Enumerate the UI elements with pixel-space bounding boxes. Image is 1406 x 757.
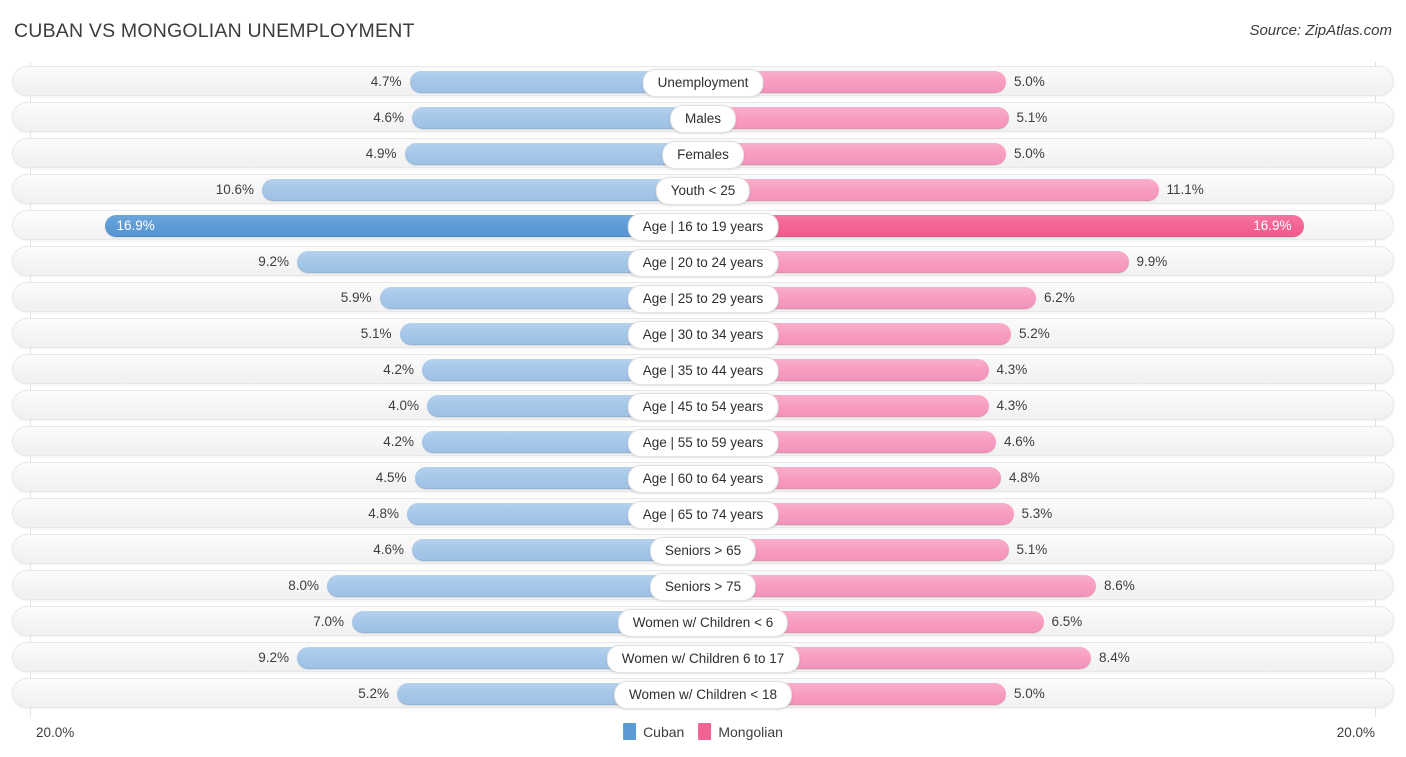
bar-row-list: 4.7% 5.0% Unemployment 4.6% 5.1% Males 4.9% 5.0…: [0, 62, 1406, 717]
category-label-pill: Seniors > 65: [650, 537, 756, 565]
value-label-cuban: 4.2%: [324, 359, 414, 381]
category-label-pill: Age | 45 to 54 years: [628, 393, 779, 421]
bar-row[interactable]: 5.1% 5.2% Age | 30 to 34 years: [12, 318, 1394, 348]
value-label-mongolian: 5.0%: [1014, 683, 1104, 705]
value-label-mongolian: 6.2%: [1044, 287, 1134, 309]
bar-row[interactable]: 4.6% 5.1% Seniors > 65: [12, 534, 1394, 564]
value-label-cuban: 8.0%: [229, 575, 319, 597]
bar-mongolian[interactable]: [704, 179, 1159, 201]
value-label-mongolian: 5.0%: [1014, 71, 1104, 93]
legend-item-mongolian[interactable]: Mongolian: [698, 723, 783, 740]
bar-row[interactable]: 4.8% 5.3% Age | 65 to 74 years: [12, 498, 1394, 528]
chart-header: CUBAN VS MONGOLIAN UNEMPLOYMENT Source: …: [0, 0, 1406, 62]
bar-row[interactable]: 9.2% 8.4% Women w/ Children 6 to 17: [12, 642, 1394, 672]
category-label-pill: Age | 60 to 64 years: [628, 465, 779, 493]
value-label-mongolian: 8.6%: [1104, 575, 1194, 597]
category-label-pill: Males: [670, 105, 736, 133]
chart-legend: Cuban Mongolian: [623, 723, 783, 740]
bar-cuban[interactable]: [412, 107, 704, 129]
value-label-cuban: 5.1%: [302, 323, 392, 345]
value-label-mongolian: 11.1%: [1167, 179, 1257, 201]
bar-row[interactable]: 4.7% 5.0% Unemployment: [12, 66, 1394, 96]
value-label-cuban: 9.2%: [199, 251, 289, 273]
category-label-pill: Age | 35 to 44 years: [628, 357, 779, 385]
bar-row[interactable]: 4.9% 5.0% Females: [12, 138, 1394, 168]
legend-swatch-cuban: [623, 723, 636, 740]
bar-row[interactable]: 8.0% 8.6% Seniors > 75: [12, 570, 1394, 600]
category-label-pill: Unemployment: [643, 69, 764, 97]
value-label-cuban: 9.2%: [199, 647, 289, 669]
bar-cuban[interactable]: [262, 179, 704, 201]
category-label-pill: Women w/ Children < 6: [618, 609, 788, 637]
legend-label-cuban: Cuban: [643, 724, 684, 740]
chart-plot-area: 4.7% 5.0% Unemployment 4.6% 5.1% Males 4.9% 5.0…: [0, 62, 1406, 717]
value-label-cuban: 10.6%: [164, 179, 254, 201]
bar-cuban[interactable]: [327, 575, 704, 597]
value-label-cuban: 4.2%: [324, 431, 414, 453]
value-label-cuban: 4.6%: [314, 539, 404, 561]
value-label-cuban: 4.6%: [314, 107, 404, 129]
category-label-pill: Age | 55 to 59 years: [628, 429, 779, 457]
value-label-mongolian: 5.3%: [1022, 503, 1112, 525]
category-label-pill: Females: [662, 141, 744, 169]
value-label-mongolian: 5.0%: [1014, 143, 1104, 165]
value-label-cuban: 4.0%: [329, 395, 419, 417]
legend-swatch-mongolian: [698, 723, 711, 740]
value-label-cuban: 7.0%: [254, 611, 344, 633]
category-label-pill: Age | 16 to 19 years: [628, 213, 779, 241]
category-label-pill: Age | 30 to 34 years: [628, 321, 779, 349]
bar-mongolian[interactable]: [704, 107, 1009, 129]
value-label-mongolian: 4.3%: [997, 395, 1087, 417]
chart-footer: 20.0% Cuban Mongolian 20.0%: [0, 717, 1406, 757]
value-label-mongolian: 4.8%: [1009, 467, 1099, 489]
bar-row[interactable]: 10.6% 11.1% Youth < 25: [12, 174, 1394, 204]
bar-row[interactable]: 4.2% 4.3% Age | 35 to 44 years: [12, 354, 1394, 384]
bar-mongolian[interactable]: [704, 143, 1006, 165]
bar-row[interactable]: 9.2% 9.9% Age | 20 to 24 years: [12, 246, 1394, 276]
value-label-cuban: 4.9%: [307, 143, 397, 165]
bar-cuban[interactable]: [405, 143, 705, 165]
value-label-cuban: 4.7%: [312, 71, 402, 93]
value-label-cuban: 4.8%: [309, 503, 399, 525]
bar-mongolian[interactable]: [704, 575, 1096, 597]
category-label-pill: Age | 65 to 74 years: [628, 501, 779, 529]
source-attribution: Source: ZipAtlas.com: [1249, 22, 1392, 39]
bar-row[interactable]: 4.2% 4.6% Age | 55 to 59 years: [12, 426, 1394, 456]
value-label-mongolian: 5.2%: [1019, 323, 1109, 345]
legend-item-cuban[interactable]: Cuban: [623, 723, 684, 740]
value-label-mongolian: 4.6%: [1004, 431, 1094, 453]
bar-row[interactable]: 16.9% 16.9% Age | 16 to 19 years: [12, 210, 1394, 240]
value-label-mongolian: 8.4%: [1099, 647, 1189, 669]
bar-row[interactable]: 4.0% 4.3% Age | 45 to 54 years: [12, 390, 1394, 420]
bar-row[interactable]: 5.2% 5.0% Women w/ Children < 18: [12, 678, 1394, 708]
category-label-pill: Seniors > 75: [650, 573, 756, 601]
legend-label-mongolian: Mongolian: [718, 724, 783, 740]
category-label-pill: Youth < 25: [656, 177, 750, 205]
bar-row[interactable]: 4.6% 5.1% Males: [12, 102, 1394, 132]
category-label-pill: Women w/ Children 6 to 17: [607, 645, 800, 673]
page-title: CUBAN VS MONGOLIAN UNEMPLOYMENT: [14, 20, 415, 43]
value-label-cuban: 4.5%: [317, 467, 407, 489]
axis-max-right: 20.0%: [1337, 725, 1375, 740]
value-label-mongolian: 9.9%: [1137, 251, 1227, 273]
category-label-pill: Age | 25 to 29 years: [628, 285, 779, 313]
bar-row[interactable]: 5.9% 6.2% Age | 25 to 29 years: [12, 282, 1394, 312]
value-label-mongolian: 5.1%: [1017, 107, 1107, 129]
category-label-pill: Women w/ Children < 18: [614, 681, 792, 709]
value-label-mongolian: 4.3%: [997, 359, 1087, 381]
value-label-mongolian: 5.1%: [1017, 539, 1107, 561]
value-label-cuban: 16.9%: [117, 215, 207, 237]
value-label-cuban: 5.2%: [299, 683, 389, 705]
bar-row[interactable]: 7.0% 6.5% Women w/ Children < 6: [12, 606, 1394, 636]
category-label-pill: Age | 20 to 24 years: [628, 249, 779, 277]
axis-max-left: 20.0%: [36, 725, 74, 740]
value-label-cuban: 5.9%: [282, 287, 372, 309]
value-label-mongolian: 6.5%: [1052, 611, 1142, 633]
value-label-mongolian: 16.9%: [1202, 215, 1292, 237]
bar-row[interactable]: 4.5% 4.8% Age | 60 to 64 years: [12, 462, 1394, 492]
